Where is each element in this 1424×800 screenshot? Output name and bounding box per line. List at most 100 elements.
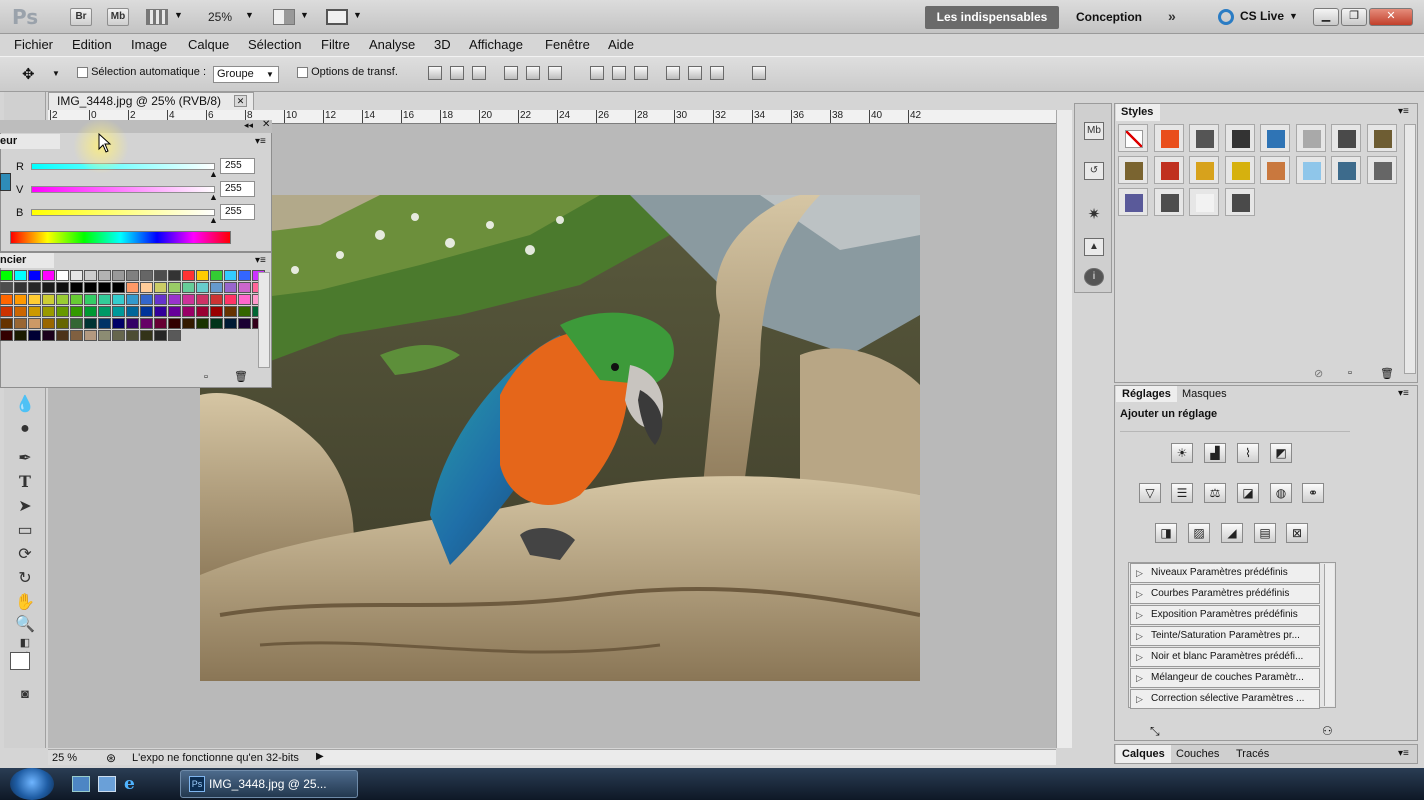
color-swatch[interactable] [28, 330, 41, 341]
color-swatch[interactable] [140, 318, 153, 329]
style-tile[interactable] [1189, 156, 1219, 184]
adjustment-preset-item[interactable]: ▷ Niveaux Paramètres prédéfinis [1130, 563, 1320, 583]
style-tile[interactable] [1260, 156, 1290, 184]
color-swatch[interactable] [42, 330, 55, 341]
channel-value-input[interactable]: 255 [220, 181, 255, 197]
brightness-icon[interactable]: ☀ [1171, 443, 1193, 463]
distribute-vcenter-icon[interactable] [612, 66, 626, 80]
show-desktop-icon[interactable] [72, 776, 90, 792]
invert-icon[interactable]: ◨ [1155, 523, 1177, 543]
mini-bridge-button[interactable]: Mb [107, 8, 129, 26]
restore-button[interactable]: ❐ [1341, 8, 1367, 26]
path-selection-tool-icon[interactable]: ➤ [14, 496, 36, 516]
color-swatch[interactable] [182, 318, 195, 329]
color-swatch[interactable] [238, 306, 251, 317]
color-swatch[interactable] [112, 294, 125, 305]
status-menu-arrow-icon[interactable]: ▶ [316, 751, 324, 762]
color-swatch[interactable] [70, 330, 83, 341]
tab-couches[interactable]: Couches [1170, 745, 1225, 763]
style-tile[interactable] [1118, 124, 1148, 152]
channel-value-input[interactable]: 255 [220, 204, 255, 220]
color-swatch[interactable] [196, 282, 209, 293]
color-swatch[interactable] [210, 318, 223, 329]
auto-select-option[interactable]: Sélection automatique : [77, 66, 206, 78]
style-tile[interactable] [1153, 124, 1184, 152]
expand-triangle-icon[interactable]: ▷ [1136, 669, 1143, 687]
color-swatch[interactable] [112, 306, 125, 317]
color-swatch[interactable] [126, 282, 139, 293]
start-button[interactable] [10, 768, 54, 800]
color-swatch[interactable] [168, 282, 181, 293]
style-tile[interactable] [1331, 124, 1361, 152]
threshold-icon[interactable]: ◢ [1221, 523, 1243, 543]
navigator-panel-icon[interactable]: ✷ [1084, 207, 1104, 225]
gradient-map-icon[interactable]: ▤ [1254, 523, 1276, 543]
color-swatch[interactable] [140, 306, 153, 317]
adjustment-preset-item[interactable]: ▷ Exposition Paramètres prédéfinis [1130, 605, 1320, 625]
color-swatch[interactable] [140, 282, 153, 293]
document-tab[interactable]: IMG_3448.jpg @ 25% (RVB/8) [48, 92, 254, 110]
color-swatch[interactable] [126, 294, 139, 305]
color-swatch[interactable] [140, 270, 153, 281]
align-top-icon[interactable] [428, 66, 442, 80]
color-swatch[interactable] [238, 294, 251, 305]
menu-affichage[interactable]: Affichage [469, 37, 523, 52]
transform-controls-option[interactable]: Options de transf. [297, 66, 398, 78]
close-window-button[interactable]: ✕ [1369, 8, 1413, 26]
menu-edition[interactable]: Edition [72, 37, 112, 52]
color-swatch[interactable] [0, 330, 13, 341]
zoom-chevron-icon[interactable]: ▼ [245, 10, 254, 20]
tab-calques[interactable]: Calques [1116, 745, 1171, 763]
tab-traces[interactable]: Tracés [1230, 745, 1275, 763]
new-swatch-icon[interactable]: ▫ [204, 371, 208, 383]
color-swatch[interactable] [42, 318, 55, 329]
color-swatch[interactable] [98, 306, 111, 317]
clip-to-layer-icon[interactable]: ⚇ [1322, 724, 1333, 738]
align-vcenter-icon[interactable] [450, 66, 464, 80]
close-document-icon[interactable]: ✕ [234, 95, 247, 107]
color-swatch[interactable] [0, 306, 13, 317]
view-extras-icon[interactable] [146, 9, 168, 25]
color-panel-header[interactable]: ◂◂ ✕ [0, 119, 272, 133]
styles-tab[interactable]: Styles [1116, 104, 1160, 121]
color-swatch[interactable] [98, 282, 111, 293]
document-image[interactable] [200, 195, 920, 681]
dodge-tool-icon[interactable]: ● [14, 420, 36, 440]
transform-controls-checkbox[interactable] [297, 66, 308, 78]
adjustment-preset-item[interactable]: ▷ Mélangeur de couches Paramètr... [1130, 668, 1320, 688]
3d-rotate-tool-icon[interactable]: ⟳ [14, 544, 36, 564]
new-style-icon[interactable]: ▫ [1348, 367, 1352, 379]
switch-windows-icon[interactable] [98, 776, 116, 792]
channel-mixer-icon[interactable]: ⚭ [1302, 483, 1324, 503]
delete-swatch-icon[interactable]: 🗑 [234, 370, 248, 383]
style-tile[interactable] [1224, 188, 1255, 216]
color-swatch[interactable] [84, 330, 97, 341]
color-swatch[interactable] [84, 306, 97, 317]
distribute-top-icon[interactable] [590, 66, 604, 80]
vertical-scrollbar[interactable] [1056, 110, 1072, 748]
swatches-panel-tab[interactable]: ncier [0, 253, 54, 268]
color-balance-icon[interactable]: ⚖ [1204, 483, 1226, 503]
color-swatch[interactable] [224, 294, 237, 305]
color-swatch[interactable] [168, 270, 181, 281]
style-tile[interactable] [1118, 156, 1148, 184]
color-swatch[interactable] [42, 306, 55, 317]
color-swatch[interactable] [98, 270, 111, 281]
styles-scrollbar[interactable] [1404, 124, 1416, 374]
color-swatch[interactable] [182, 306, 195, 317]
color-swatch[interactable] [56, 270, 69, 281]
posterize-icon[interactable]: ▨ [1188, 523, 1210, 543]
color-swatch[interactable] [84, 270, 97, 281]
color-swatch[interactable] [28, 294, 41, 305]
color-swatch[interactable] [126, 270, 139, 281]
color-swatch[interactable] [238, 270, 251, 281]
color-panel-tab[interactable]: eur [0, 134, 60, 149]
color-swatch[interactable] [28, 306, 41, 317]
levels-icon[interactable]: ▟ [1204, 443, 1226, 463]
curves-icon[interactable]: ⌇ [1237, 443, 1259, 463]
channel-value-input[interactable]: 255 [220, 158, 255, 174]
rectangle-tool-icon[interactable]: ▭ [14, 520, 36, 540]
color-swatch[interactable] [182, 294, 195, 305]
style-tile[interactable] [1118, 188, 1148, 216]
status-zoom[interactable]: 25 % [52, 752, 77, 764]
